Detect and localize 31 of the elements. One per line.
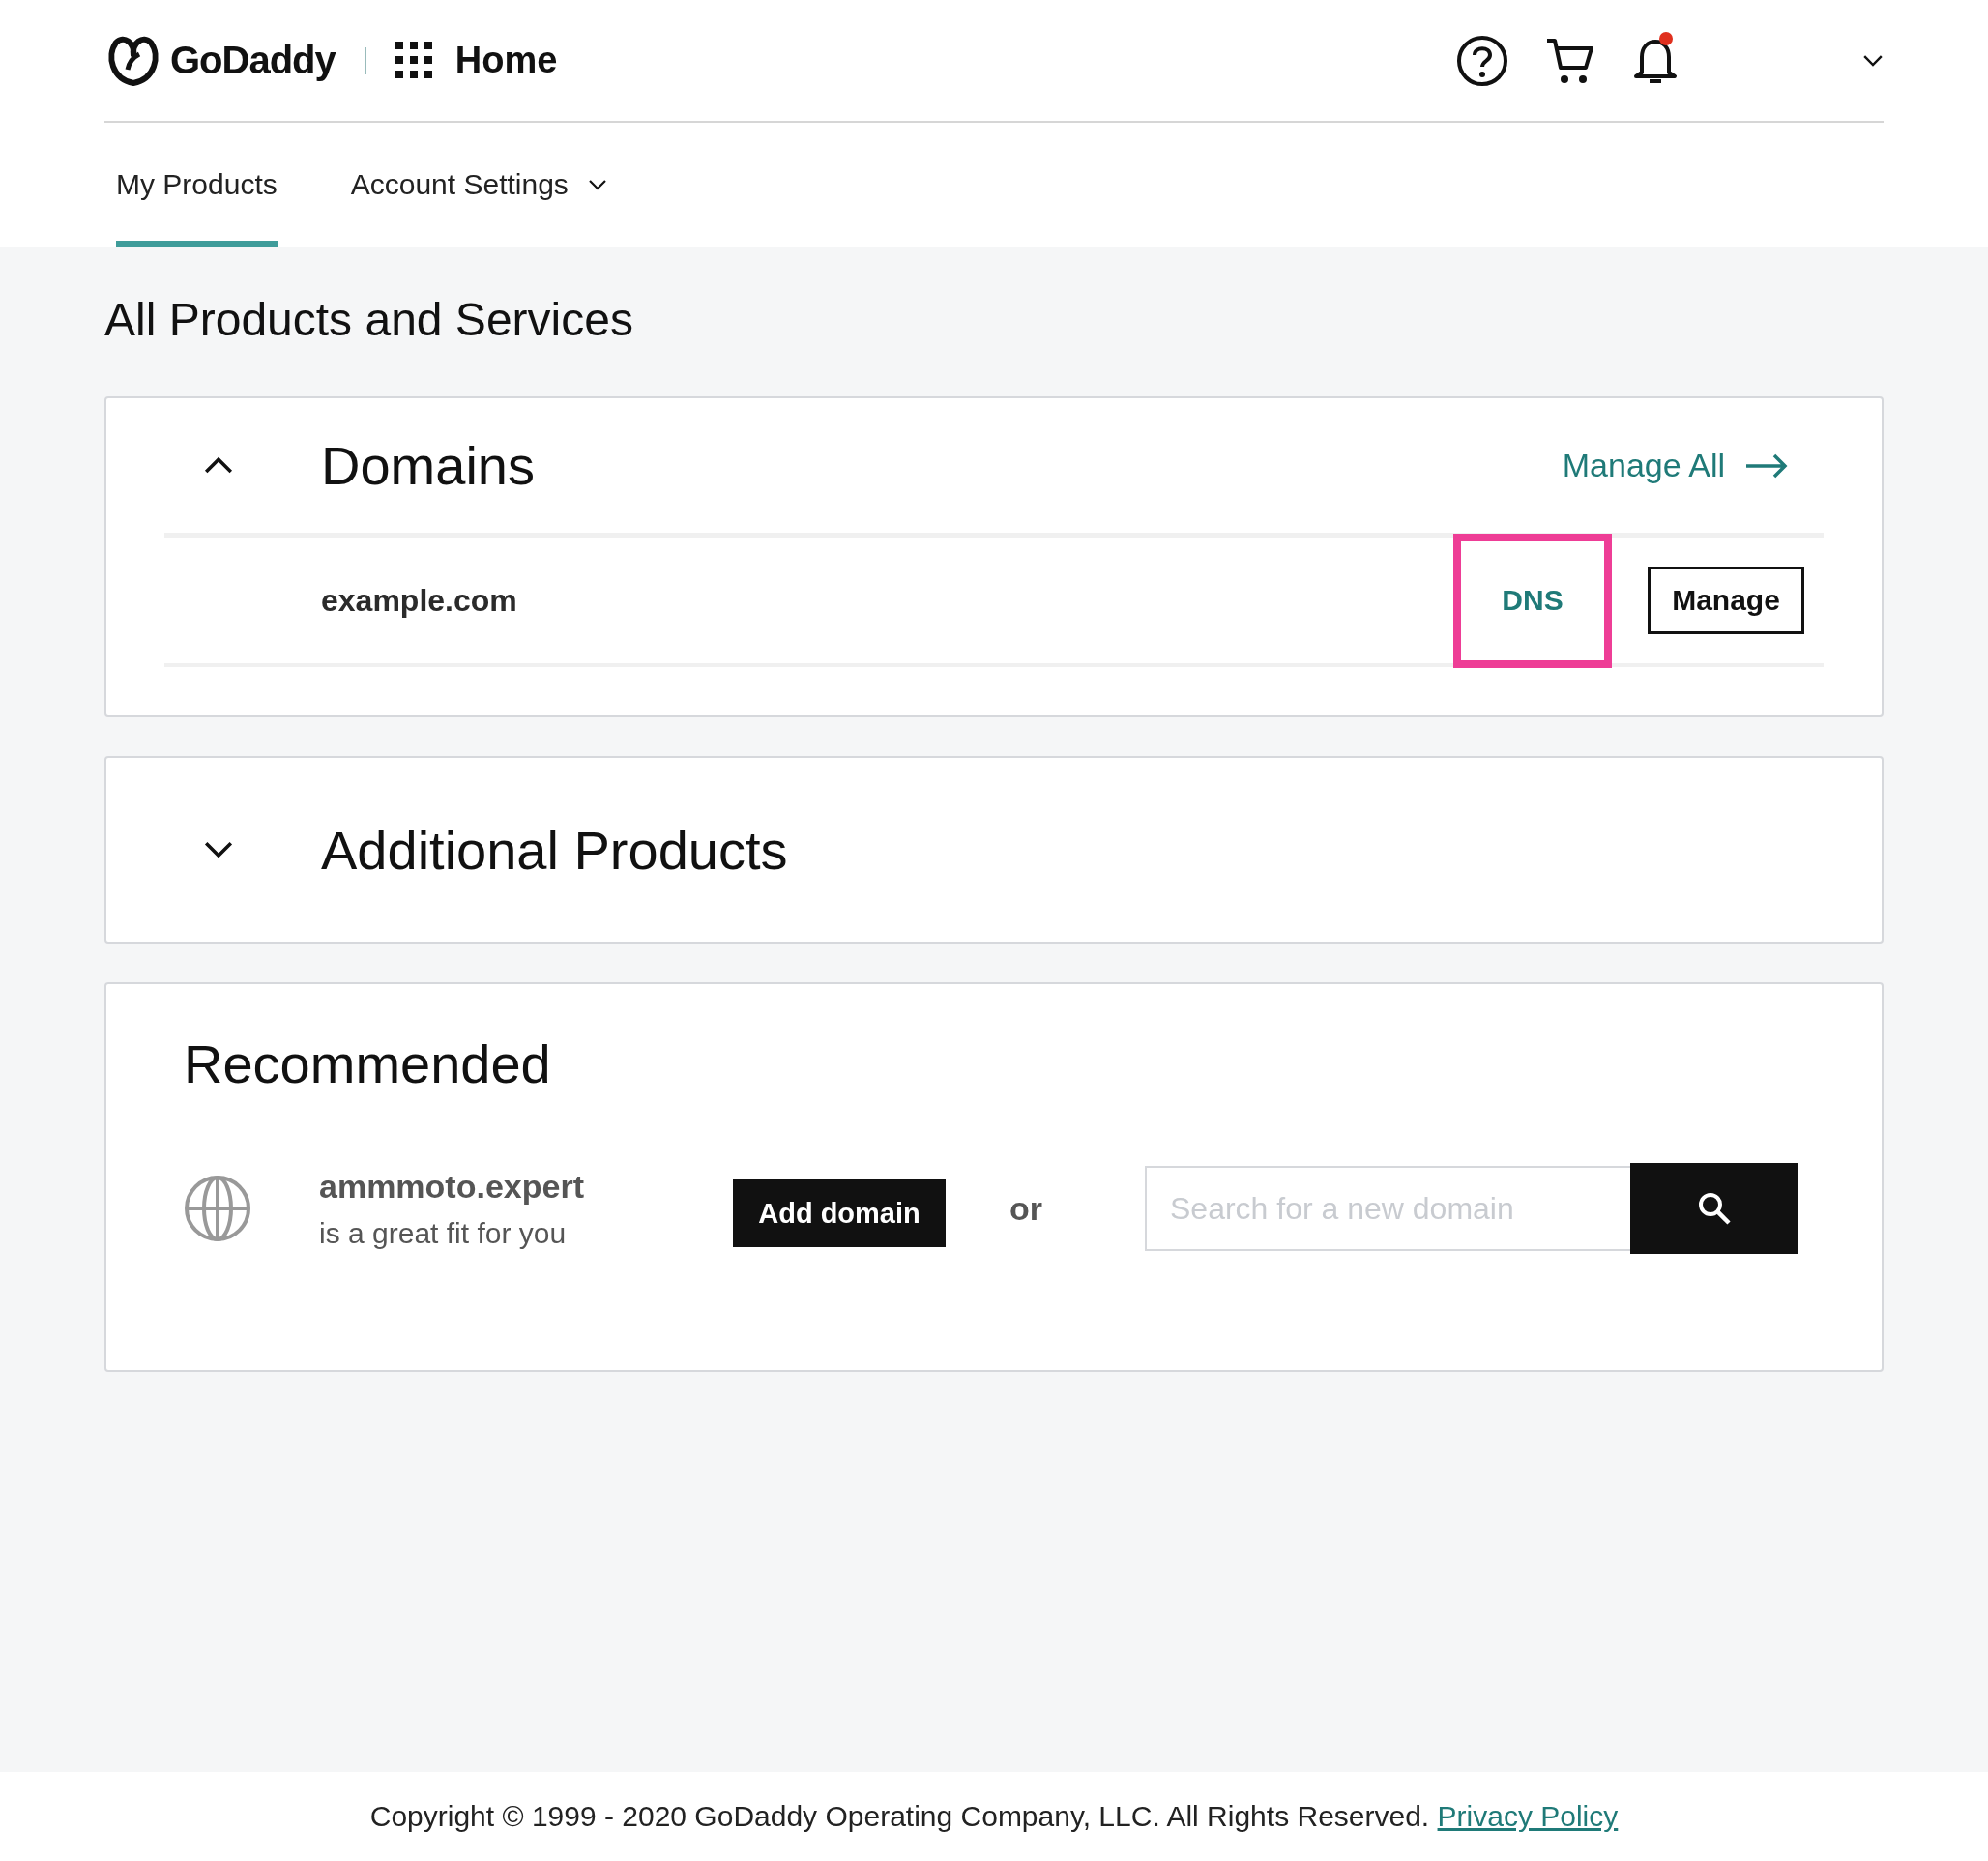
page-title: All Products and Services <box>104 293 634 346</box>
manage-button[interactable]: Manage <box>1648 567 1804 634</box>
section-title: Recommended <box>184 1032 552 1095</box>
cart-button[interactable] <box>1545 36 1595 85</box>
help-button[interactable] <box>1456 34 1508 87</box>
add-domain-button[interactable]: Add domain <box>733 1179 946 1247</box>
copyright-text: Copyright © 1999 - 2020 GoDaddy Operating Company, LLC. All Rights Reserved. Privacy Policy <box>369 1800 1619 1833</box>
account-menu-button[interactable] <box>1862 53 1884 68</box>
arrow-right-icon <box>1744 452 1789 479</box>
home-menu-button[interactable]: Home <box>395 40 558 81</box>
grid-icon <box>395 41 434 80</box>
logo-text: GoDaddy <box>170 39 336 82</box>
suggestion-text: is a great fit for you <box>319 1216 568 1250</box>
section-title: Additional Products <box>321 818 789 882</box>
domain-name: example.com <box>321 582 518 619</box>
notifications-button[interactable] <box>1632 35 1679 86</box>
cart-icon <box>1545 36 1595 85</box>
search-button[interactable] <box>1630 1163 1798 1254</box>
search-icon <box>1697 1191 1732 1226</box>
dns-link[interactable]: DNS <box>1453 533 1612 668</box>
manage-all-link[interactable]: Manage All <box>1562 447 1789 484</box>
globe-icon <box>184 1175 251 1242</box>
chevron-up-icon <box>203 455 234 476</box>
suggested-domain: ammmoto.expert <box>319 1167 585 1206</box>
privacy-policy-link[interactable]: Privacy Policy <box>1437 1800 1619 1832</box>
chevron-down-icon <box>203 840 234 859</box>
nav-tab[interactable]: Account Settings <box>350 123 607 247</box>
or-text: or <box>1009 1189 1042 1228</box>
help-icon <box>1456 34 1508 87</box>
section-title: Domains <box>321 434 536 497</box>
chevron-down-icon <box>1862 53 1884 68</box>
